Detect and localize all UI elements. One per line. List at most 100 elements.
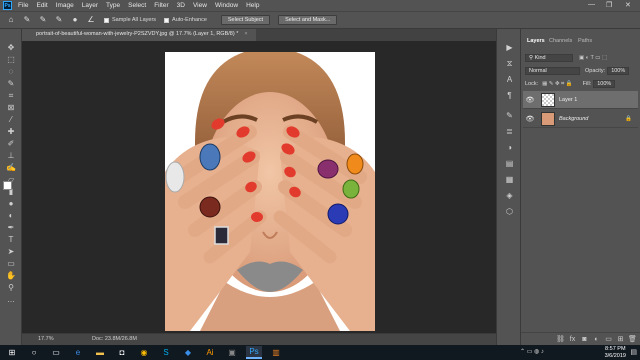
tab-paths[interactable]: Paths (578, 38, 592, 44)
illustrator-icon[interactable]: Ai (202, 346, 218, 359)
character-icon[interactable]: A (504, 75, 515, 85)
layer-row-background[interactable]: 👁 Background 🔒 (523, 110, 638, 128)
brush-angle-icon[interactable]: ∠ (86, 15, 96, 25)
menu-view[interactable]: View (193, 2, 207, 9)
menu-layer[interactable]: Layer (82, 2, 98, 9)
tab-channels[interactable]: Channels (549, 38, 572, 44)
libraries-icon[interactable]: ▤ (504, 159, 515, 169)
history-icon[interactable]: ⧖ (504, 59, 515, 69)
add-mask-icon[interactable]: ◙ (580, 336, 589, 343)
chrome-icon[interactable]: ◉ (136, 346, 152, 359)
select-subject-button[interactable]: Select Subject (220, 15, 271, 25)
rectangle-tool-icon[interactable]: ▭ (4, 259, 18, 269)
dodge-tool-icon[interactable]: ◐ (4, 211, 18, 221)
blend-mode-select[interactable]: Normal (525, 67, 580, 75)
adjustments-icon[interactable]: ◑ (504, 143, 515, 153)
select-and-mask-button[interactable]: Select and Mask... (278, 15, 338, 25)
path-selection-icon[interactable]: ➤ (4, 247, 18, 257)
styles-icon[interactable]: ◈ (504, 191, 515, 201)
app-icon-2[interactable]: ▣ (224, 346, 240, 359)
properties-icon[interactable]: ≣ (504, 127, 515, 137)
history-brush-icon[interactable]: ✍ (4, 163, 18, 173)
clone-stamp-icon[interactable]: ⊥ (4, 151, 18, 161)
brush-size-icon[interactable]: ● (70, 15, 80, 25)
search-icon[interactable]: ○ (26, 346, 42, 359)
edge-icon[interactable]: e (70, 346, 86, 359)
filter-kind-label: Kind (534, 55, 546, 61)
layer-row-layer-1[interactable]: 👁 Layer 1 (523, 91, 638, 109)
glyphs-icon[interactable]: ⬡ (504, 207, 515, 217)
brush-settings-icon[interactable]: ✎ (504, 111, 515, 121)
edit-toolbar-icon[interactable]: … (4, 295, 18, 305)
delete-layer-icon[interactable]: 🗑 (628, 335, 637, 343)
add-selection-icon[interactable]: ✎ (38, 15, 48, 25)
system-tray-icons[interactable]: ⌃ ▭ ◍ ♪ (520, 348, 544, 355)
frame-tool-icon[interactable]: ⊠ (4, 103, 18, 113)
new-layer-icon[interactable]: ⊞ (616, 335, 625, 343)
menu-filter[interactable]: Filter (154, 2, 168, 9)
tab-layers[interactable]: Layers (527, 38, 545, 44)
type-tool-icon[interactable]: T (4, 235, 18, 245)
paragraph-icon[interactable]: ¶ (504, 91, 515, 101)
menu-window[interactable]: Window (215, 2, 238, 9)
start-icon[interactable]: ⊞ (4, 346, 20, 359)
clock-date: 3/6/2019 (604, 352, 626, 359)
menu-3d[interactable]: 3D (177, 2, 185, 9)
store-icon[interactable]: ◘ (114, 346, 130, 359)
document-tab[interactable]: portrait-of-beautiful-woman-with-jewelry… (22, 29, 256, 41)
move-tool-icon[interactable]: ✥ (4, 43, 18, 53)
blur-tool-icon[interactable]: ● (4, 199, 18, 209)
hand-tool-icon[interactable]: ✋ (4, 271, 18, 281)
crop-tool-icon[interactable]: ⌗ (4, 91, 18, 101)
marquee-tool-icon[interactable]: ⬚ (4, 55, 18, 65)
minimize-button[interactable]: — (588, 1, 595, 8)
home-icon[interactable]: ⌂ (6, 15, 16, 25)
document-image[interactable] (165, 52, 375, 331)
menu-edit[interactable]: Edit (36, 2, 47, 9)
maximize-button[interactable]: ❐ (606, 1, 612, 9)
new-group-icon[interactable]: ▭ (604, 335, 613, 343)
play-icon[interactable]: ▶ (504, 43, 515, 53)
menu-type[interactable]: Type (106, 2, 120, 9)
lasso-tool-icon[interactable]: ◌ (4, 67, 18, 77)
visibility-eye-icon[interactable]: 👁 (525, 96, 535, 104)
menu-image[interactable]: Image (56, 2, 74, 9)
quick-selection-tool-icon[interactable]: ✎ (22, 15, 32, 25)
task-view-icon[interactable]: ▭ (48, 346, 64, 359)
menu-help[interactable]: Help (246, 2, 259, 9)
zoom-tool-icon[interactable]: ⚲ (4, 283, 18, 293)
app-icon-3[interactable]: ▥ (268, 346, 284, 359)
file-explorer-icon[interactable]: ▬ (92, 346, 108, 359)
notifications-icon[interactable]: ▤ (630, 348, 637, 356)
menu-select[interactable]: Select (128, 2, 146, 9)
photoshop-taskbar-icon[interactable]: Ps (246, 346, 262, 359)
opacity-input[interactable]: 100% (607, 67, 630, 75)
zoom-level[interactable]: 17.7% (38, 336, 54, 342)
fill-input[interactable]: 100% (593, 80, 616, 88)
close-tab-icon[interactable]: × (244, 31, 247, 37)
foreground-color-swatch[interactable] (3, 181, 12, 190)
eyedropper-tool-icon[interactable]: ⁄ (4, 115, 18, 125)
clock[interactable]: 8:57 PM 3/6/2019 (605, 346, 626, 359)
filter-kind-select[interactable]: ⚲ Kind (525, 54, 573, 62)
auto-enhance-checkbox[interactable] (164, 17, 170, 23)
link-layers-icon[interactable]: ⛓ (556, 335, 565, 343)
sample-all-layers-checkbox[interactable] (104, 17, 109, 23)
menu-file[interactable]: File (18, 2, 28, 9)
swatches-icon[interactable]: ▦ (504, 175, 515, 185)
lock-icons[interactable]: ▦ ✎ ✥ ⌗ 🔒 (542, 81, 572, 88)
adjustment-layer-icon[interactable]: ◐ (592, 336, 601, 343)
canvas-area[interactable] (22, 41, 496, 333)
healing-brush-icon[interactable]: ✚ (4, 127, 18, 137)
brush-tool-icon[interactable]: ✐ (4, 139, 18, 149)
sample-all-layers-label: Sample All Layers (112, 17, 157, 23)
filter-icons[interactable]: ▣ ◐ T ▭ ⬚ (579, 55, 607, 61)
close-window-button[interactable]: ✕ (625, 1, 631, 9)
layer-style-icon[interactable]: fx (568, 336, 577, 343)
app-icon[interactable]: ◆ (180, 346, 196, 359)
quick-select-tool-icon[interactable]: ✎ (4, 79, 18, 89)
visibility-eye-icon[interactable]: 👁 (525, 115, 535, 123)
skype-icon[interactable]: S (158, 346, 174, 359)
subtract-selection-icon[interactable]: ✎ (54, 15, 64, 25)
pen-tool-icon[interactable]: ✒ (4, 223, 18, 233)
